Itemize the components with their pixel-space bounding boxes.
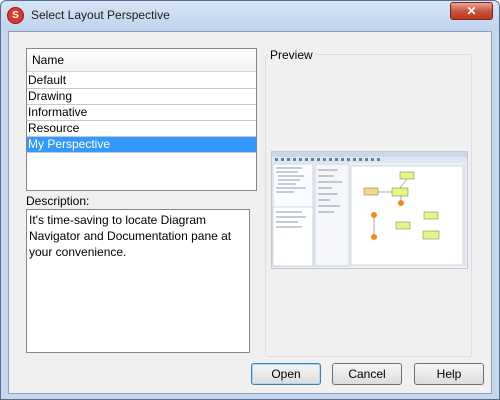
app-logo-icon: S bbox=[7, 7, 24, 24]
close-button[interactable]: ✕ bbox=[450, 2, 493, 20]
dialog-client-area: Name Default Drawing Informative Resourc… bbox=[8, 31, 492, 394]
dialog-window: S Select Layout Perspective ✕ Name Defau… bbox=[0, 0, 500, 400]
list-item-default[interactable]: Default bbox=[27, 73, 256, 89]
preview-group bbox=[265, 54, 472, 357]
title-bar[interactable]: S Select Layout Perspective ✕ bbox=[1, 1, 499, 31]
cancel-button[interactable]: Cancel bbox=[332, 363, 402, 385]
help-button[interactable]: Help bbox=[414, 363, 484, 385]
perspective-list: Name Default Drawing Informative Resourc… bbox=[26, 48, 257, 191]
preview-thumbnail bbox=[271, 151, 468, 269]
description-text: It's time-saving to locate Diagram Navig… bbox=[26, 209, 250, 353]
dialog-title: Select Layout Perspective bbox=[31, 8, 170, 22]
preview-label: Preview bbox=[268, 48, 315, 62]
list-item-informative[interactable]: Informative bbox=[27, 105, 256, 121]
list-item-resource[interactable]: Resource bbox=[27, 121, 256, 137]
list-item-drawing[interactable]: Drawing bbox=[27, 89, 256, 105]
open-button[interactable]: Open bbox=[251, 363, 321, 385]
preview-thumbnail-image bbox=[272, 152, 467, 268]
list-header-name[interactable]: Name bbox=[27, 49, 256, 72]
list-item-my-perspective[interactable]: My Perspective bbox=[27, 137, 256, 153]
description-label: Description: bbox=[26, 194, 90, 208]
